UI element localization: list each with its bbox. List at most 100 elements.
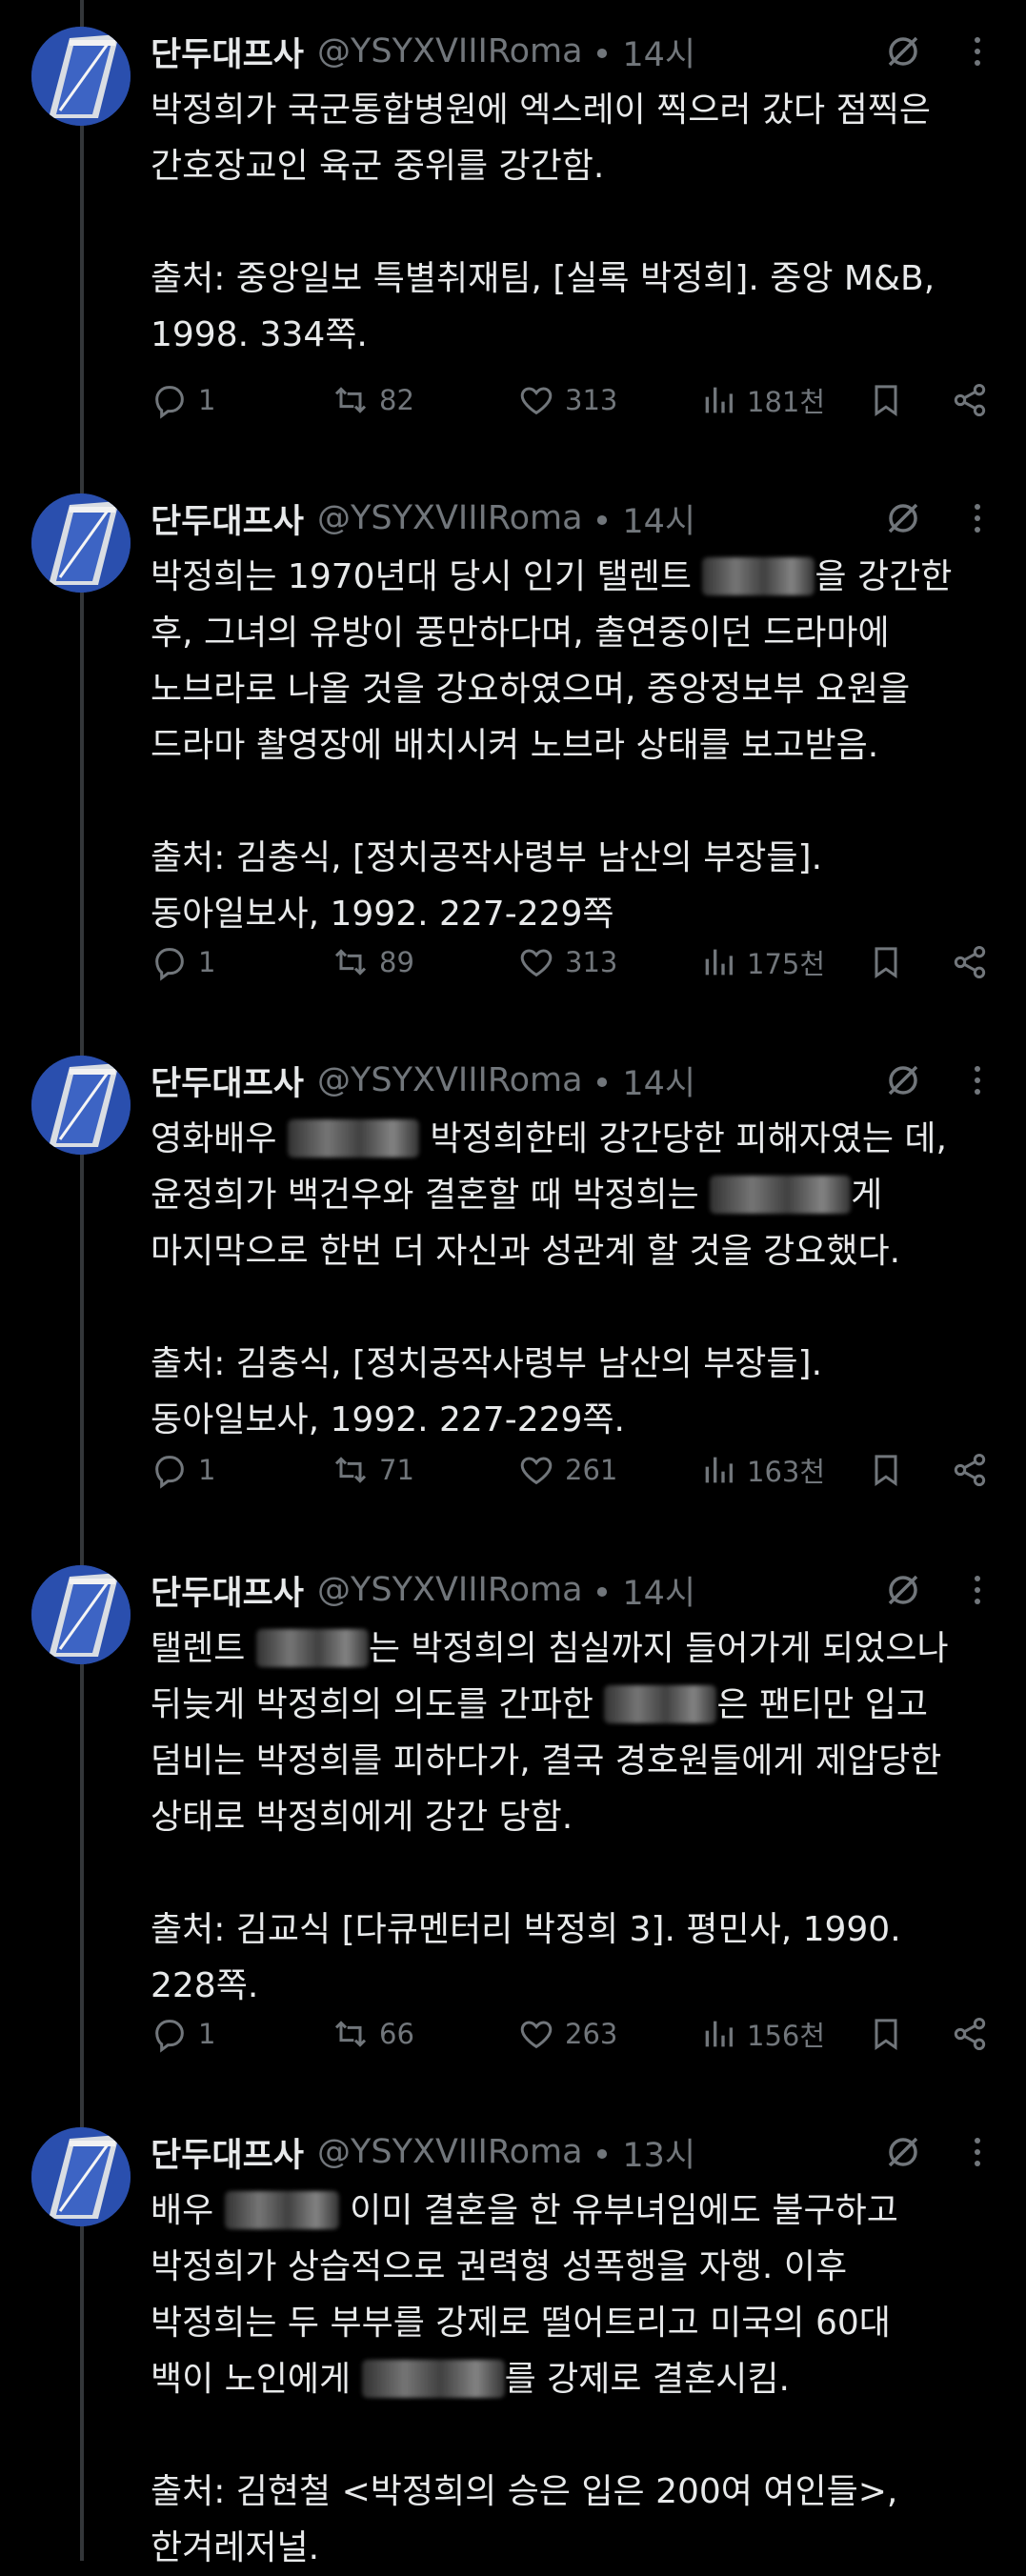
author-handle[interactable]: @YSYXVIIIRoma <box>317 499 583 537</box>
tweet[interactable]: 단두대프사 @YSYXVIIIRoma • 14시 박정희는 1970년대 당시… <box>0 467 1026 1029</box>
views-button[interactable]: 163천 <box>699 1443 825 1497</box>
share-button[interactable] <box>951 936 989 989</box>
tweet-time[interactable]: • 14시 <box>593 494 696 543</box>
author-name[interactable]: 단두대프사 <box>151 1057 304 1105</box>
retweet-icon <box>334 949 367 976</box>
tweet-line-text: 박정희한테 강간당한 피해자였는 데, <box>418 1119 947 1158</box>
like-button[interactable]: 263 <box>517 2007 617 2061</box>
avatar[interactable] <box>31 1056 131 1155</box>
reply-count: 1 <box>198 946 216 978</box>
reply-count: 1 <box>198 1454 216 1486</box>
tweet[interactable]: 단두대프사 @YSYXVIIIRoma • 14시 탤렌트 는 박정희의 침실까… <box>0 1539 1026 2101</box>
bookmark-icon <box>875 2019 897 2051</box>
author-handle[interactable]: @YSYXVIIIRoma <box>317 1571 583 1609</box>
tweet-line: 마지막으로 한번 더 자신과 성관계 할 것을 강요했다. <box>151 1232 901 1271</box>
tweet-time[interactable]: • 13시 <box>593 2128 696 2177</box>
grok-icon[interactable] <box>878 2127 928 2177</box>
like-count: 313 <box>565 384 618 416</box>
more-icon[interactable] <box>953 1565 1002 1615</box>
author-name[interactable]: 단두대프사 <box>151 1566 304 1615</box>
tweet-line: 후, 그녀의 유방이 풍만하다며, 출연중이던 드라마에 <box>151 614 890 653</box>
tweet-text: 배우 이미 결혼을 한 유부녀임에도 불구하고 박정희가 상습적으로 권력형 성… <box>151 2183 1008 2576</box>
more-icon[interactable] <box>953 1056 1002 1105</box>
views-button[interactable]: 175천 <box>699 936 825 989</box>
author-name[interactable]: 단두대프사 <box>151 28 304 76</box>
tweet-line: 박정희가 상습적으로 권력형 성폭행을 자행. 이후 <box>151 2247 848 2286</box>
avatar[interactable] <box>31 1565 131 1664</box>
more-icon[interactable] <box>953 493 1002 543</box>
share-button[interactable] <box>951 373 989 427</box>
more-icon[interactable] <box>953 2127 1002 2177</box>
reply-button[interactable]: 1 <box>151 373 215 427</box>
retweet-button[interactable]: 89 <box>332 936 414 989</box>
redacted-name <box>361 2360 505 2398</box>
tweet-line: 박정희는 1970년대 당시 인기 탤렌트 을 강간한 <box>151 549 1008 605</box>
heart-icon <box>520 1457 553 1485</box>
reply-count: 1 <box>198 384 216 416</box>
tweet-line: 영화배우 박정희한테 강간당한 피해자였는 데, <box>151 1111 1008 1167</box>
grok-icon[interactable] <box>878 27 928 76</box>
reply-icon <box>155 1456 184 1489</box>
tweet-line-gap <box>151 1279 1008 1336</box>
tweet-text: 박정희가 국군통합병원에 엑스레이 찍으러 갔다 점찍은 간호장교인 육군 중위… <box>151 82 1008 363</box>
retweet-count: 66 <box>379 2018 414 2050</box>
tweet-line-text: 은 팬티만 입고 <box>716 1685 928 1724</box>
tweet-time[interactable]: • 14시 <box>593 1566 696 1615</box>
views-button[interactable]: 156천 <box>699 2007 825 2061</box>
views-icon <box>705 949 733 976</box>
bookmark-button[interactable] <box>867 1443 905 1497</box>
share-icon <box>954 1454 986 1486</box>
author-handle[interactable]: @YSYXVIIIRoma <box>317 2133 583 2171</box>
tweet-line-text: 는 박정희의 침실까지 들어가게 되었으나 <box>368 1629 949 1668</box>
tweet-line: 탤렌트 는 박정희의 침실까지 들어가게 되었으나 <box>151 1620 1008 1677</box>
tweet-line-text: 백이 노인에게 <box>151 2360 362 2399</box>
like-button[interactable]: 261 <box>517 1443 617 1497</box>
share-icon <box>954 946 986 978</box>
views-count: 175천 <box>747 948 826 980</box>
grok-icon[interactable] <box>878 1565 928 1615</box>
retweet-button[interactable]: 66 <box>332 2007 414 2061</box>
tweet-line-text: 윤정희가 백건우와 결혼할 때 박정희는 <box>151 1176 711 1215</box>
bookmark-button[interactable] <box>867 2007 905 2061</box>
share-button[interactable] <box>951 1443 989 1497</box>
avatar[interactable] <box>31 27 131 126</box>
bookmark-icon <box>875 1455 897 1487</box>
views-button[interactable]: 181천 <box>699 373 825 427</box>
tweet-line-text: 뒤늦게 박정희의 의도를 간파한 <box>151 1685 605 1724</box>
action-bar: 1 66 263 156천 <box>151 2007 1008 2061</box>
reply-button[interactable]: 1 <box>151 2007 215 2061</box>
bookmark-button[interactable] <box>867 936 905 989</box>
avatar[interactable] <box>31 493 131 593</box>
tweet-line-gap <box>151 2407 1008 2464</box>
reply-button[interactable]: 1 <box>151 936 215 989</box>
more-icon[interactable] <box>953 27 1002 76</box>
tweet-header: 단두대프사 @YSYXVIIIRoma • 13시 <box>151 2127 695 2177</box>
redacted-name <box>702 557 815 595</box>
reply-button[interactable]: 1 <box>151 1443 215 1497</box>
retweet-button[interactable]: 71 <box>332 1443 414 1497</box>
heart-icon <box>520 387 553 415</box>
like-button[interactable]: 313 <box>517 936 617 989</box>
grok-icon[interactable] <box>878 1056 928 1105</box>
tweet-line: 출처: 중앙일보 특별취재팀, [실록 박정희]. 중앙 M&B, <box>151 259 935 298</box>
tweet-line: 간호장교인 육군 중위를 강간함. <box>151 147 605 186</box>
tweet-time[interactable]: • 14시 <box>593 1057 696 1105</box>
tweet[interactable]: 단두대프사 @YSYXVIIIRoma • 13시 배우 이미 결혼을 한 유부… <box>0 2101 1026 2567</box>
tweet-time[interactable]: • 14시 <box>593 28 696 76</box>
tweet-line: 동아일보사, 1992. 227-229쪽. <box>151 1400 625 1439</box>
tweet-line: 출처: 김충식, [정치공작사령부 남산의 부장들]. <box>151 838 823 877</box>
retweet-button[interactable]: 82 <box>332 373 414 427</box>
reply-icon <box>155 386 184 419</box>
author-handle[interactable]: @YSYXVIIIRoma <box>317 32 583 70</box>
share-button[interactable] <box>951 2007 989 2061</box>
like-button[interactable]: 313 <box>517 373 617 427</box>
tweet[interactable]: 단두대프사 @YSYXVIIIRoma • 14시 박정희가 국군통합병원에 엑… <box>0 0 1026 467</box>
author-name[interactable]: 단두대프사 <box>151 2128 304 2177</box>
tweet[interactable]: 단두대프사 @YSYXVIIIRoma • 14시 영화배우 박정희한테 강간당… <box>0 1029 1026 1539</box>
avatar[interactable] <box>31 2127 131 2226</box>
tweet-line-text: 게 <box>851 1176 883 1215</box>
bookmark-button[interactable] <box>867 373 905 427</box>
author-name[interactable]: 단두대프사 <box>151 494 304 543</box>
author-handle[interactable]: @YSYXVIIIRoma <box>317 1061 583 1099</box>
grok-icon[interactable] <box>878 493 928 543</box>
